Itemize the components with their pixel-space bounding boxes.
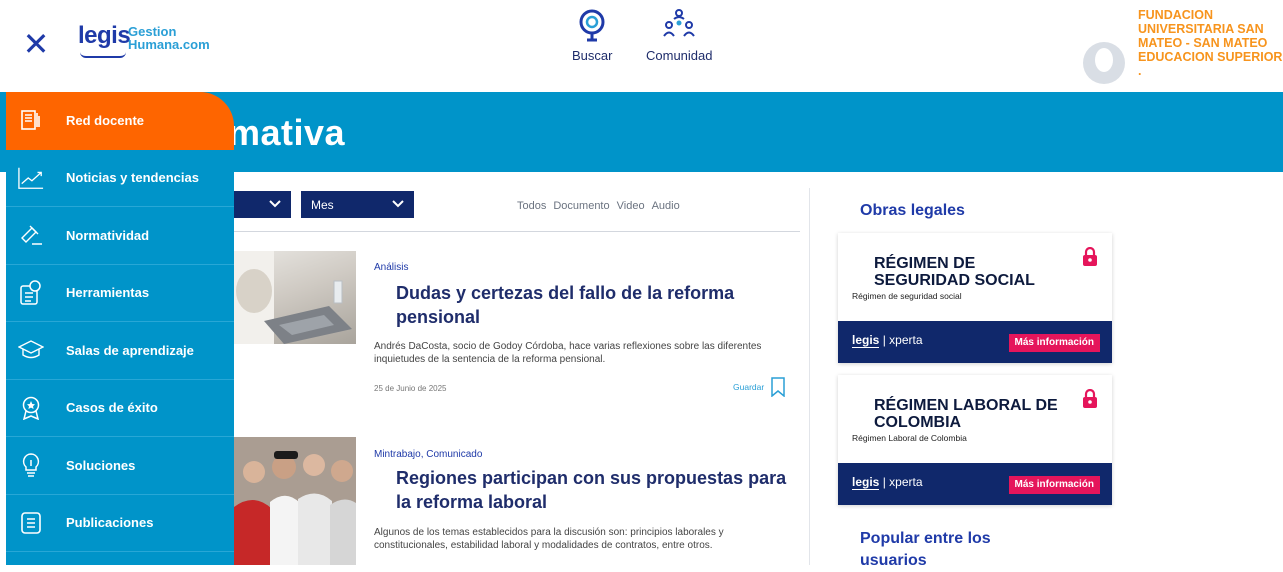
filter-video[interactable]: Video [617,200,645,212]
sidebar-item-label: Normatividad [66,227,150,243]
legal-work-card[interactable]: RÉGIMEN LABORAL DE COLOMBIA Régimen Labo… [838,375,1112,505]
sidebar-item-label: Noticias y tendencias [66,170,199,186]
sidebar-item-label: Soluciones [66,457,136,473]
sidebar-item-red-docente[interactable]: Red docente [6,92,234,150]
trend-icon [18,165,44,191]
page-title: mativa [228,112,346,153]
gavel-icon [18,222,44,248]
sidebar-item-salas[interactable]: Salas de aprendizaje [6,322,234,380]
laptop-photo-image [234,251,352,344]
card-subtitle: Régimen de seguridad social [852,291,962,301]
nav-community[interactable]: Comunidad [646,8,713,63]
community-icon [663,9,696,37]
close-menu-button[interactable]: ✕ [22,28,50,60]
user-avatar[interactable] [1083,42,1125,84]
more-info-button[interactable]: Más información [1008,476,1100,494]
sidebar-item-publicaciones[interactable]: Publicaciones [6,495,234,552]
month-select-value: Mes [311,197,334,212]
article-title[interactable]: Regiones participan con sus propuestas p… [396,466,796,514]
sidebar-item-normatividad[interactable]: Normatividad [6,207,234,265]
sidebar-item-label: Herramientas [66,285,150,301]
logo-swoosh [80,52,126,58]
obras-legales-heading: Obras legales [860,202,965,219]
graduation-cap-icon [18,337,44,363]
sidebar-item-label: Publicaciones [66,515,154,531]
article-category[interactable]: Análisis [374,262,408,273]
article-description: Andrés DaCosta, socio de Godoy Córdoba, … [374,341,762,365]
logo-legis-text: legis [78,22,131,49]
filter-audio[interactable]: Audio [652,200,680,212]
more-info-button[interactable]: Más información [1008,334,1100,352]
sidebar-item-noticias[interactable]: Noticias y tendencias [6,150,234,207]
save-label: Guardar [733,382,765,392]
bookmark-icon [771,377,785,397]
nav-community-label: Comunidad [646,48,713,63]
article-date: 25 de Junio de 2025 [374,384,447,393]
sidebar-item-herramientas[interactable]: Herramientas [6,265,234,322]
filter-todos[interactable]: Todos [517,200,546,212]
card-title: RÉGIMEN LABORAL DE COLOMBIA [874,397,1058,431]
sidebar-item-label: Red docente [66,112,145,128]
legis-xperta-logo: legis | xperta [852,333,923,348]
side-menu: Red docente Noticias y tendencias Normat… [6,92,234,565]
organization-name: FUNDACION UNIVERSITARIA SAN MATEO - SAN … [1138,8,1283,78]
article-thumbnail[interactable] [234,437,356,565]
sidebar-item-casos[interactable]: Casos de éxito [6,380,234,437]
save-article-button[interactable]: Guardar [733,377,786,397]
network-icon [18,107,44,133]
chevron-down-icon [269,200,281,208]
card-title: RÉGIMEN DE SEGURIDAD SOCIAL [874,255,1035,289]
logo-subtitle: Gestion Humana.com [128,24,210,52]
article-title[interactable]: Dudas y certezas del fallo de la reforma… [396,281,796,329]
legis-xperta-logo: legis | xperta [852,475,923,490]
sidebar-item-soluciones[interactable]: Soluciones [6,437,234,495]
nav-search-label: Buscar [572,48,613,63]
sidebar-item-label: Salas de aprendizaje [66,342,194,358]
medal-icon [18,395,44,421]
filter-documento[interactable]: Documento [553,200,609,212]
nav-search[interactable]: Buscar [572,8,612,63]
article-category[interactable]: Mintrabajo, Comunicado [374,449,482,460]
top-header: ✕ legis Gestion Humana.com Buscar Comunid… [0,0,1283,92]
column-divider [809,188,810,565]
popular-heading: Popular entre los usuarios [860,530,991,569]
article-description: Algunos de los temas establecidos para l… [374,527,724,551]
sidebar-item-label: Casos de éxito [66,400,158,416]
month-select[interactable]: Mes [301,191,414,218]
article-thumbnail[interactable] [234,251,356,344]
content-type-filters: Todos Documento Video Audio [517,200,680,212]
search-icon [579,9,605,42]
lock-icon [1083,389,1097,408]
tools-icon [18,280,44,306]
lock-icon [1083,247,1097,266]
legal-work-card[interactable]: RÉGIMEN DE SEGURIDAD SOCIAL Régimen de s… [838,233,1112,363]
card-subtitle: Régimen Laboral de Colombia [852,433,967,443]
crowd-photo-image [234,437,356,565]
chevron-down-icon [392,200,404,208]
lightbulb-icon [18,452,44,478]
publication-icon [18,510,44,536]
category-select[interactable] [234,191,291,218]
filter-divider [232,231,800,232]
